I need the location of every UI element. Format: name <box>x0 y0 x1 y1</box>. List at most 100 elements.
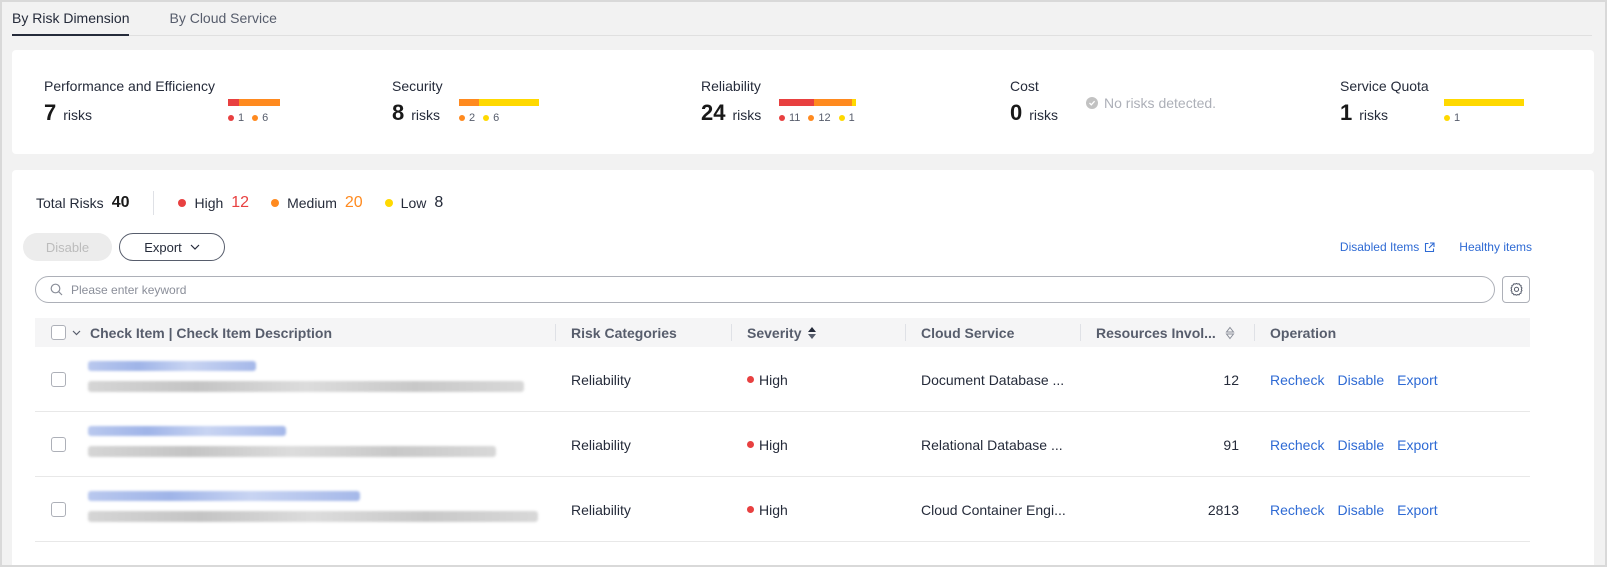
severity-text: High <box>759 436 788 453</box>
disable-link[interactable]: Disable <box>1337 372 1384 388</box>
low-label: Low <box>400 195 427 211</box>
medium-dot-icon <box>459 115 465 121</box>
column-divider <box>1254 324 1255 341</box>
table-row: Reliability High Relational Database ...… <box>35 412 1530 477</box>
dimension-name: Service Quota <box>1340 78 1429 94</box>
dimension-name: Cost <box>1010 78 1039 94</box>
column-divider <box>905 324 906 341</box>
search-icon <box>50 283 63 296</box>
medium-dot-icon <box>271 199 280 207</box>
cloud-service: Cloud Container Engi... <box>921 501 1066 518</box>
security-risk-legend: 2 6 <box>459 112 499 124</box>
header-cloud-service: Cloud Service <box>921 324 1015 341</box>
medium-dot-icon <box>252 115 259 121</box>
sort-icon[interactable] <box>807 326 817 340</box>
check-item-description <box>88 511 538 522</box>
tab-by-risk-dimension[interactable]: By Risk Dimension <box>12 0 130 36</box>
dimension-reliability[interactable]: Reliability 24 risks <box>701 78 761 126</box>
medium-value: 20 <box>344 194 363 211</box>
dimension-service-quota[interactable]: Service Quota 1 risks <box>1340 78 1429 126</box>
select-dropdown[interactable] <box>72 318 81 347</box>
export-button[interactable]: Export <box>119 233 225 261</box>
risk-dimension-summary: Performance and Efficiency 7 risks 1 6 S… <box>12 50 1594 154</box>
high-count: 1 <box>238 112 245 124</box>
medium-total: Medium 20 <box>271 194 363 212</box>
severity-text: High <box>759 371 788 388</box>
table-settings-button[interactable] <box>1502 276 1530 303</box>
dimension-security[interactable]: Security 8 risks <box>392 78 443 126</box>
row-checkbox[interactable] <box>51 347 66 412</box>
row-operations: Recheck Disable Export <box>1270 412 1438 477</box>
bar-segment-medium <box>239 99 280 106</box>
low-count: 6 <box>493 112 500 124</box>
dimension-count: 0 risks <box>1010 100 1058 126</box>
service-quota-risk-bar <box>1444 99 1524 106</box>
high-dot-icon <box>747 506 754 513</box>
disabled-items-label: Disabled Items <box>1339 240 1420 254</box>
export-label: Export <box>144 239 182 255</box>
no-risk-text: No risks detected. <box>1104 95 1217 111</box>
disable-link[interactable]: Disable <box>1337 502 1384 518</box>
risk-unit: risks <box>1359 107 1389 123</box>
header-resources-involved: Resources Invol... <box>1096 324 1216 341</box>
table-header: Check Item | Check Item Description Risk… <box>35 318 1530 347</box>
tab-by-cloud-service[interactable]: By Cloud Service <box>169 0 276 36</box>
search-input[interactable]: Please enter keyword <box>35 276 1495 303</box>
high-value: 12 <box>231 194 250 211</box>
performance-risk-bar <box>228 99 280 106</box>
risk-unit: risks <box>732 107 762 123</box>
severity-label: Severity <box>747 324 802 341</box>
high-count: 11 <box>789 112 801 124</box>
low-dot-icon <box>1444 115 1450 121</box>
disable-button[interactable]: Disable <box>23 233 112 261</box>
chevron-down-icon <box>190 244 200 250</box>
healthy-items-link[interactable]: Healthy items <box>1459 240 1532 254</box>
medium-count: 2 <box>469 112 476 124</box>
medium-dot-icon <box>808 115 815 121</box>
risk-category: Reliability <box>571 436 631 453</box>
row-checkbox[interactable] <box>51 412 66 477</box>
recheck-link[interactable]: Recheck <box>1270 437 1324 453</box>
header-severity[interactable]: Severity <box>747 318 817 347</box>
export-link[interactable]: Export <box>1397 437 1437 453</box>
dimension-count: 7 risks <box>44 100 215 126</box>
export-link[interactable]: Export <box>1397 372 1437 388</box>
service-quota-risk-legend: 1 <box>1444 112 1460 124</box>
high-dot-icon <box>178 199 187 207</box>
resources-count: 2813 <box>1207 501 1239 518</box>
search-placeholder: Please enter keyword <box>71 282 187 297</box>
tab-bar: By Risk Dimension By Cloud Service <box>12 0 1592 36</box>
sort-icon[interactable] <box>1225 318 1235 347</box>
reliability-risk-bar <box>779 99 856 106</box>
low-count: 1 <box>848 112 855 124</box>
select-all-checkbox[interactable] <box>51 318 66 347</box>
dimension-count: 8 risks <box>392 100 443 126</box>
risk-count: 7 <box>44 100 57 125</box>
risk-unit: risks <box>1029 107 1059 123</box>
row-checkbox[interactable] <box>51 477 66 542</box>
check-item-link[interactable] <box>88 361 256 371</box>
disable-link[interactable]: Disable <box>1337 437 1384 453</box>
row-operations: Recheck Disable Export <box>1270 347 1438 412</box>
recheck-link[interactable]: Recheck <box>1270 502 1324 518</box>
high-dot-icon <box>747 376 754 383</box>
high-dot-icon <box>779 115 785 121</box>
bar-segment-medium <box>814 99 852 106</box>
risk-unit: risks <box>63 107 93 123</box>
high-label: High <box>194 195 224 211</box>
severity-cell: High <box>747 412 788 477</box>
column-divider <box>731 324 732 341</box>
disabled-items-link[interactable]: Disabled Items <box>1340 240 1435 254</box>
dimension-performance[interactable]: Performance and Efficiency 7 risks <box>44 78 215 126</box>
bar-segment-medium <box>459 99 479 106</box>
resources-count: 12 <box>1223 371 1239 388</box>
export-link[interactable]: Export <box>1397 502 1437 518</box>
total-risks-label: Total Risks <box>36 195 104 211</box>
dimension-cost[interactable]: Cost 0 risks <box>1010 78 1058 126</box>
recheck-link[interactable]: Recheck <box>1270 372 1324 388</box>
check-item-link[interactable] <box>88 491 360 501</box>
check-item-link[interactable] <box>88 426 286 436</box>
security-risk-bar <box>459 99 539 106</box>
gear-icon <box>1509 282 1523 296</box>
dimension-count: 24 risks <box>701 100 761 126</box>
